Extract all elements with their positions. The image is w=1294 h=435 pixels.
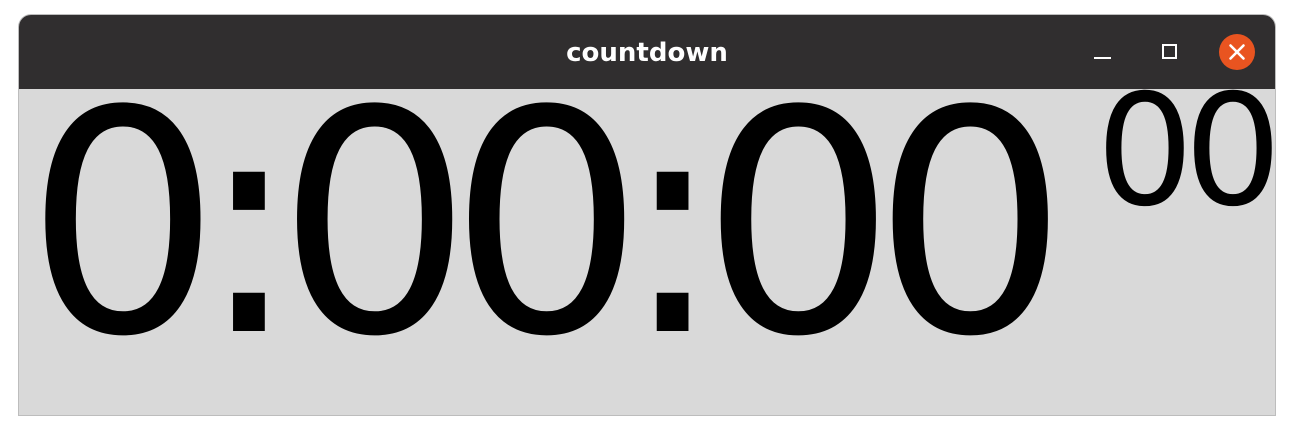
countdown-time: 0:00:00 bbox=[25, 45, 1068, 404]
countdown-window: countdown 0:00:00 00 bbox=[19, 15, 1275, 415]
timer-display-area: 0:00:00 00 bbox=[19, 71, 1275, 415]
countdown-hundredths: 00 bbox=[1096, 62, 1275, 241]
